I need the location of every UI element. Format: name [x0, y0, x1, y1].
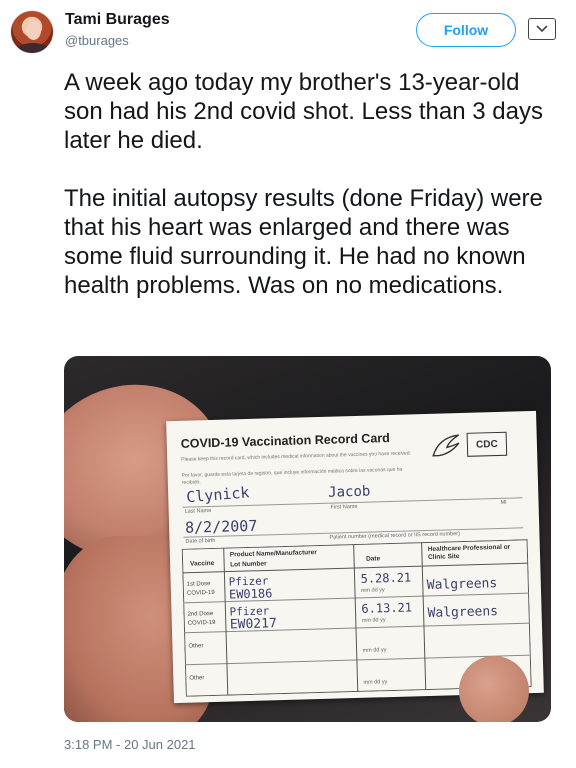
- first-name-label: First Name: [330, 503, 358, 511]
- row2-lot: EW0217: [229, 616, 278, 633]
- row2-date: 6.13.21: [361, 600, 413, 616]
- cdc-logo: CDC: [466, 431, 508, 457]
- more-menu-button[interactable]: [528, 18, 556, 40]
- card-title: COVID-19 Vaccination Record Card: [180, 430, 390, 451]
- col-lot: Lot Number: [230, 560, 267, 569]
- row3-label1: Other: [188, 643, 204, 650]
- row2-label1: 2nd Dose: [187, 610, 214, 618]
- first-name-value: Jacob: [327, 483, 371, 501]
- avatar-shoulders: [16, 43, 50, 53]
- row2-site: Walgreens: [427, 604, 499, 621]
- last-name-label: Last Name: [184, 507, 212, 515]
- row1-label1: 1st Dose: [186, 581, 211, 588]
- author-handle[interactable]: @tburages: [65, 33, 129, 48]
- row3-date-hint: mm dd yy: [362, 647, 387, 654]
- follow-button[interactable]: Follow: [416, 13, 516, 47]
- author-display-name[interactable]: Tami Burages: [65, 11, 170, 29]
- tweet-header: Tami Burages @tburages Follow: [0, 0, 576, 60]
- avatar[interactable]: [10, 10, 54, 54]
- hand-fingertip: [459, 656, 529, 722]
- tweet-photo[interactable]: COVID-19 Vaccination Record Card CDC Ple…: [64, 356, 551, 722]
- tweet-text: A week ago today my brother's 13-year-ol…: [64, 69, 543, 299]
- row4-label1: Other: [189, 675, 205, 682]
- fine-print-es: Por favor, guarde esta tarjeta de regist…: [181, 466, 403, 486]
- col-site: Healthcare Professional or Clinic Site: [427, 543, 511, 561]
- row1-date-hint: mm dd yy: [360, 587, 385, 594]
- row1-lot: EW0186: [228, 586, 273, 602]
- fine-print-en: Please keep this record card, which incl…: [181, 450, 412, 463]
- tweet-timestamp[interactable]: 3:18 PM - 20 Jun 2021: [64, 737, 196, 752]
- row1-site: Walgreens: [426, 576, 498, 594]
- row2-date-hint: mm dd yy: [361, 617, 386, 624]
- avatar-face: [26, 21, 41, 40]
- col-vaccine: Vaccine: [190, 559, 215, 568]
- row1-date: 5.28.21: [360, 570, 412, 586]
- dob-value: 8/2/2007: [184, 516, 258, 537]
- row1-label2: COVID-19: [186, 589, 215, 597]
- row2-label2: COVID-19: [187, 619, 216, 627]
- mi-label: MI: [500, 499, 507, 506]
- chevron-down-icon: [536, 25, 548, 33]
- col-date: Date: [365, 555, 381, 563]
- last-name-value: Clynick: [185, 483, 251, 507]
- row4-date-hint: mm dd yy: [363, 679, 388, 686]
- hhs-eagle-icon: [432, 434, 460, 457]
- dob-label: Date of birth: [185, 537, 216, 545]
